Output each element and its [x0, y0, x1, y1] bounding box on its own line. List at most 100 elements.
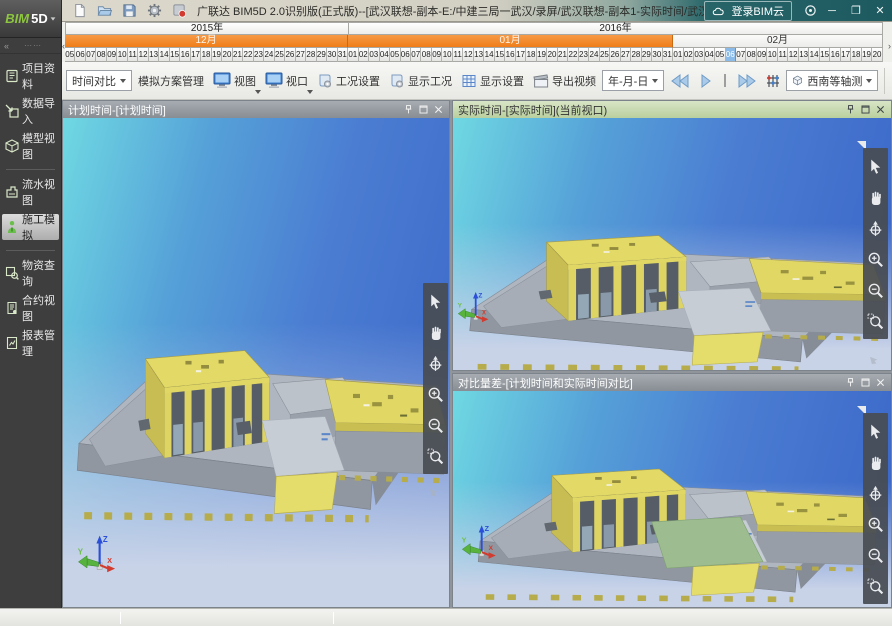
timeline-month-cell[interactable]: 01月	[348, 35, 673, 48]
select-tool-button[interactable]	[865, 417, 886, 445]
3d-canvas-comparison[interactable]	[453, 391, 891, 607]
pin-icon[interactable]	[403, 104, 414, 115]
timeline-month-cell[interactable]: 12月	[65, 35, 348, 48]
timeline-day-cell[interactable]: 08	[421, 48, 431, 62]
timeline-day-cell[interactable]: 14	[809, 48, 819, 62]
timeline-day-cell[interactable]: 13	[474, 48, 484, 62]
timeline-day-cell[interactable]: 26	[610, 48, 620, 62]
skip-forward-button[interactable]	[734, 74, 760, 88]
maximize-button[interactable]: ❐	[844, 2, 868, 20]
timeline-day-cell[interactable]: 20	[222, 48, 232, 62]
save-icon[interactable]	[122, 3, 137, 18]
sidebar-item-report-manage[interactable]: 报表管理	[2, 330, 59, 356]
timeline-day-cell[interactable]: 19	[537, 48, 547, 62]
orbit-tool-button[interactable]	[865, 214, 886, 242]
timeline-day-cell[interactable]: 07	[736, 48, 746, 62]
zoom-window-tool-button[interactable]	[865, 307, 886, 335]
timeline-day-cell[interactable]: 05	[390, 48, 400, 62]
timeline-day-cell[interactable]: 27	[621, 48, 631, 62]
simulation-color-settings-button[interactable]	[763, 71, 783, 91]
timeline-day-cell[interactable]: 13	[799, 48, 809, 62]
timeline-day-cell[interactable]: 17	[516, 48, 526, 62]
timeline-day-cell[interactable]: 10	[767, 48, 777, 62]
timeline-day-cell[interactable]: 18	[851, 48, 861, 62]
timeline-day-cell[interactable]: 22	[243, 48, 253, 62]
timeline-day-cell[interactable]: 28	[306, 48, 316, 62]
maximize-icon[interactable]	[860, 377, 871, 388]
timeline-day-cell[interactable]: 10	[442, 48, 452, 62]
date-format-select[interactable]: 年-月-日	[602, 70, 664, 91]
timeline-day-cell[interactable]: 21	[558, 48, 568, 62]
close-icon[interactable]	[433, 104, 444, 115]
timeline-day-cell[interactable]: 16	[505, 48, 515, 62]
3d-canvas-plan[interactable]	[63, 118, 449, 607]
pin-icon[interactable]	[845, 377, 856, 388]
timeline-day-cell[interactable]: 18	[526, 48, 536, 62]
select-tool-button[interactable]	[425, 287, 446, 315]
close-icon[interactable]	[875, 104, 886, 115]
timeline-scroll-right-icon[interactable]: ›	[888, 42, 891, 51]
timeline-day-cell[interactable]: 27	[296, 48, 306, 62]
timeline-day-cell[interactable]: 05	[65, 48, 75, 62]
pin-icon[interactable]	[845, 104, 856, 115]
timeline-day-cell[interactable]: 09	[757, 48, 767, 62]
timeline-day-cell[interactable]: 25	[600, 48, 610, 62]
timeline-day-cell[interactable]: 15	[820, 48, 830, 62]
timeline-day-cell[interactable]: 04	[705, 48, 715, 62]
timeline-day-cell[interactable]: 26	[285, 48, 295, 62]
viewport-titlebar[interactable]: 对比量差-[计划时间和实际时间对比]	[453, 374, 891, 391]
timeline-year-cell[interactable]: 2015年	[65, 22, 349, 35]
pan-tool-button[interactable]	[865, 183, 886, 211]
timeline-day-cell[interactable]: 05	[715, 48, 725, 62]
timeline-day-cell[interactable]: 12	[463, 48, 473, 62]
timeline-day-cell[interactable]: 23	[254, 48, 264, 62]
timeline-year-cell[interactable]: 2016年	[349, 22, 883, 35]
login-bim-cloud-button[interactable]: 登录BIM云	[704, 1, 792, 21]
timeline-day-cell[interactable]: 04	[380, 48, 390, 62]
timeline-day-cell[interactable]: 03	[369, 48, 379, 62]
settings-gear-icon[interactable]	[147, 3, 162, 18]
app-logo[interactable]: BIM 5D	[0, 0, 61, 38]
viewport-plan-time[interactable]: 计划时间-[计划时间]	[62, 100, 450, 608]
timeline-day-cell[interactable]: 15	[495, 48, 505, 62]
timeline-day-cell[interactable]: 14	[159, 48, 169, 62]
timeline-day-cell[interactable]: 02	[684, 48, 694, 62]
viewport-comparison[interactable]: 对比量差-[计划时间和实际时间对比]	[452, 373, 892, 608]
maximize-icon[interactable]	[860, 104, 871, 115]
timeline-day-cell[interactable]: 08	[96, 48, 106, 62]
timeline-day-cell[interactable]: 20	[547, 48, 557, 62]
export-video-button[interactable]: 导出视频	[530, 71, 599, 91]
timeline-day-cell[interactable]: 07	[86, 48, 96, 62]
sidebar-item-flow-view[interactable]: 流水视图	[2, 179, 59, 205]
orbit-tool-button[interactable]	[425, 349, 446, 377]
timeline-day-cell[interactable]: 29	[317, 48, 327, 62]
close-button[interactable]: ✕	[868, 2, 892, 20]
pan-tool-button[interactable]	[865, 448, 886, 476]
zoom-out-tool-button[interactable]	[865, 541, 886, 569]
timeline-day-cell[interactable]: 09	[432, 48, 442, 62]
timeline-day-cell[interactable]: 06	[726, 48, 736, 62]
timeline-day-cell[interactable]: 07	[411, 48, 421, 62]
timeline-day-cell[interactable]: 30	[327, 48, 337, 62]
timeline-day-cell[interactable]: 11	[778, 48, 788, 62]
timeline-day-cell[interactable]: 12	[138, 48, 148, 62]
3d-canvas-actual[interactable]	[453, 118, 891, 370]
exit-red-badge-icon[interactable]	[172, 3, 187, 18]
view-angle-select[interactable]: 西南等轴测	[786, 70, 878, 91]
timeline-scroll-left-icon[interactable]: ‹	[62, 42, 65, 51]
timeline-day-cell[interactable]: 08	[746, 48, 756, 62]
timeline-day-cell[interactable]: 24	[264, 48, 274, 62]
viewport-titlebar[interactable]: 计划时间-[计划时间]	[63, 101, 449, 118]
sidebar-item-contract-view[interactable]: 合约视图	[2, 295, 59, 321]
zoom-out-tool-button[interactable]	[425, 411, 446, 439]
zoom-in-tool-button[interactable]	[865, 510, 886, 538]
orbit-tool-button[interactable]	[865, 479, 886, 507]
sidebar-item-data-import[interactable]: 数据导入	[2, 98, 59, 124]
play-button[interactable]	[696, 74, 716, 88]
timeline-day-cell[interactable]: 19	[212, 48, 222, 62]
timeline-day-cell[interactable]: 30	[652, 48, 662, 62]
zoom-window-tool-button[interactable]	[865, 572, 886, 600]
timeline-day-cell[interactable]: 11	[128, 48, 138, 62]
timeline-day-cell[interactable]: 16	[180, 48, 190, 62]
drag-handle-icon[interactable]: ⋯⋯	[9, 41, 57, 50]
